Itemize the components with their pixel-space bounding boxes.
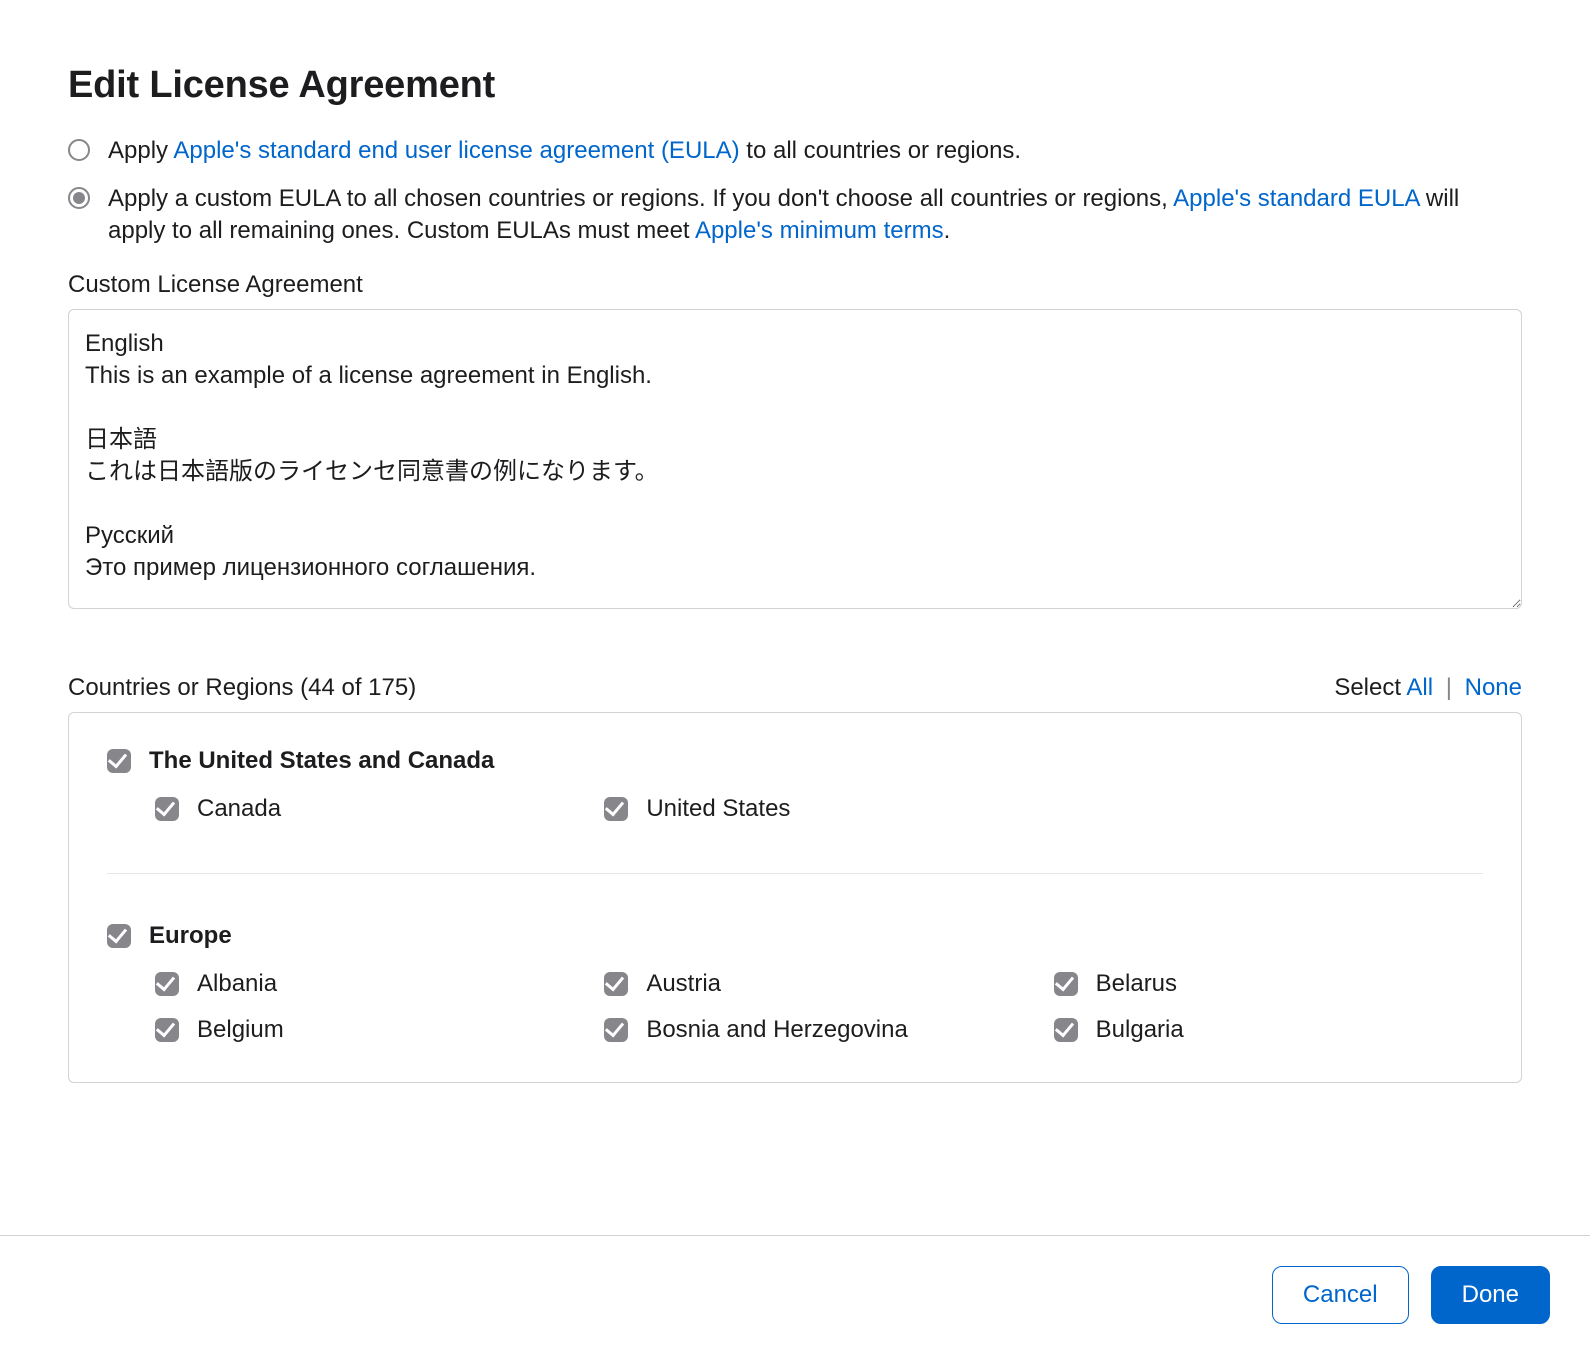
country-item[interactable]: United States xyxy=(604,795,1033,823)
checkbox-icon[interactable] xyxy=(604,797,628,821)
country-item[interactable]: Albania xyxy=(155,970,584,998)
checkbox-icon[interactable] xyxy=(107,924,131,948)
checkbox-icon[interactable] xyxy=(155,972,179,996)
country-label: Canada xyxy=(197,795,281,823)
select-controls: Select All | None xyxy=(1334,674,1522,702)
separator: | xyxy=(1440,674,1458,701)
radio-option-standard-eula[interactable]: Apply Apple's standard end user license … xyxy=(68,135,1522,167)
country-label: Belarus xyxy=(1096,970,1177,998)
country-label: United States xyxy=(646,795,790,823)
select-label: Select xyxy=(1334,674,1401,701)
region-row[interactable]: Europe xyxy=(107,922,1483,950)
link-standard-eula[interactable]: Apple's standard end user license agreem… xyxy=(173,137,739,164)
custom-license-label: Custom License Agreement xyxy=(68,271,1522,299)
footer-bar: Cancel Done xyxy=(0,1235,1590,1324)
checkbox-icon[interactable] xyxy=(107,749,131,773)
countries-regions-title: Countries or Regions (44 of 175) xyxy=(68,674,416,702)
checkbox-icon[interactable] xyxy=(604,1018,628,1042)
page-title: Edit License Agreement xyxy=(68,64,1522,107)
select-all-link[interactable]: All xyxy=(1406,674,1433,701)
country-item[interactable]: Bulgaria xyxy=(1054,1016,1483,1044)
countries-container: The United States and Canada Canada Unite… xyxy=(68,712,1522,1083)
country-item[interactable]: Belarus xyxy=(1054,970,1483,998)
country-label: Bulgaria xyxy=(1096,1016,1184,1044)
radio-option-custom-eula[interactable]: Apply a custom EULA to all chosen countr… xyxy=(68,183,1522,247)
radio-label: Apply Apple's standard end user license … xyxy=(108,135,1021,167)
radio-label: Apply a custom EULA to all chosen countr… xyxy=(108,183,1522,247)
checkbox-icon[interactable] xyxy=(155,797,179,821)
country-label: Bosnia and Herzegovina xyxy=(646,1016,908,1044)
checkbox-icon[interactable] xyxy=(155,1018,179,1042)
country-item[interactable]: Austria xyxy=(604,970,1033,998)
link-apple-standard-eula[interactable]: Apple's standard EULA xyxy=(1173,185,1419,212)
region-label: The United States and Canada xyxy=(149,747,494,775)
region-separator xyxy=(107,873,1483,874)
checkbox-icon[interactable] xyxy=(1054,1018,1078,1042)
radio-icon xyxy=(68,139,90,161)
checkbox-icon[interactable] xyxy=(1054,972,1078,996)
country-label: Albania xyxy=(197,970,277,998)
country-item[interactable]: Bosnia and Herzegovina xyxy=(604,1016,1033,1044)
custom-license-textarea[interactable] xyxy=(68,309,1522,609)
cancel-button[interactable]: Cancel xyxy=(1272,1266,1409,1324)
checkbox-icon[interactable] xyxy=(604,972,628,996)
country-label: Austria xyxy=(646,970,721,998)
select-none-link[interactable]: None xyxy=(1465,674,1522,701)
country-item[interactable]: Canada xyxy=(155,795,584,823)
radio-icon xyxy=(68,187,90,209)
region-label: Europe xyxy=(149,922,232,950)
done-button[interactable]: Done xyxy=(1431,1266,1550,1324)
country-item[interactable]: Belgium xyxy=(155,1016,584,1044)
region-row[interactable]: The United States and Canada xyxy=(107,747,1483,775)
country-label: Belgium xyxy=(197,1016,284,1044)
link-apple-minimum-terms[interactable]: Apple's minimum terms xyxy=(695,217,944,244)
